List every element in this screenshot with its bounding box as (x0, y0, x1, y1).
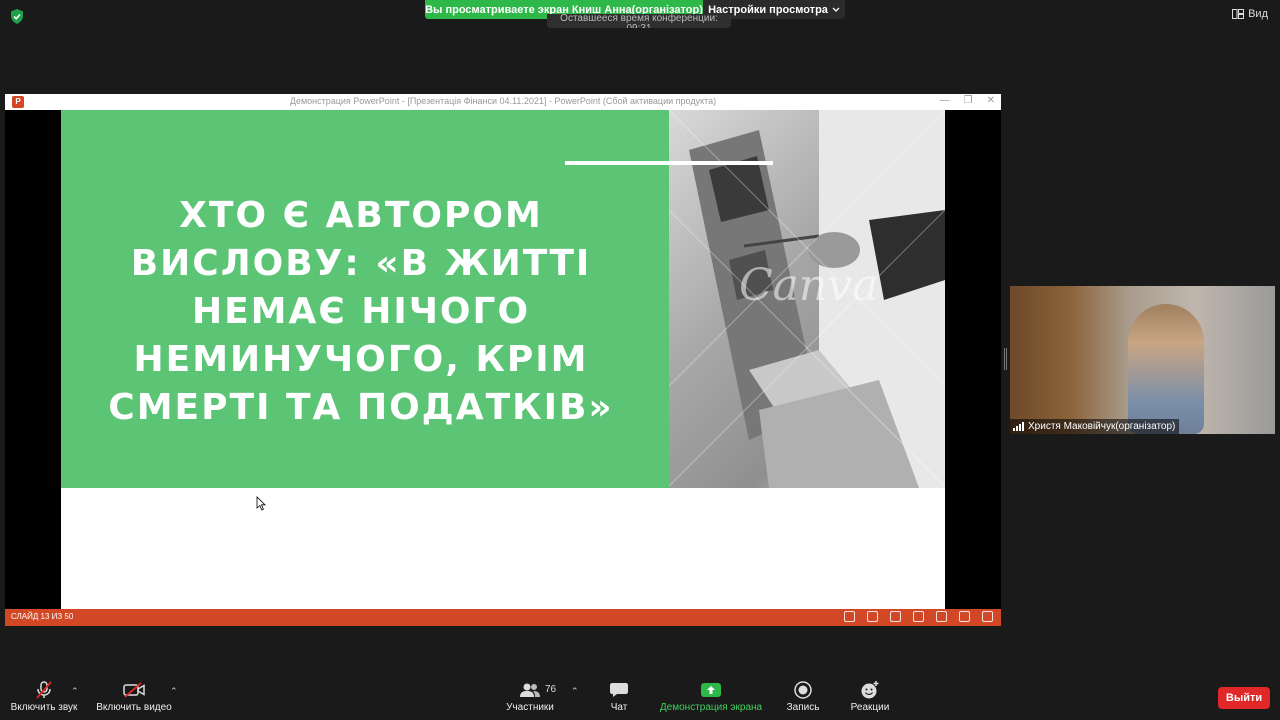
share-screen-label: Демонстрация экрана (659, 702, 763, 713)
video-options-caret[interactable]: ⌃ (170, 686, 178, 697)
share-screen-icon (701, 683, 721, 697)
slide-accent-line (565, 161, 773, 165)
slide-quote-text: Хто є автором вислову: «В житті немає ні… (101, 192, 621, 432)
slide-text-line: вислову: «В житті (130, 243, 592, 284)
atm-photo: Canva (669, 110, 945, 488)
meeting-timer: Оставшееся время конференции: 09:31 (547, 14, 731, 28)
signal-strength-icon (1013, 422, 1024, 431)
slideshow-icon[interactable] (982, 611, 993, 622)
record-button[interactable]: Запись (782, 680, 824, 713)
ppt-titlebar: P Демонстрация PowerPoint - [Презентація… (5, 94, 1001, 110)
unmute-button[interactable]: Включить звук (8, 680, 80, 713)
chat-button[interactable]: Чат (600, 680, 638, 713)
start-video-button[interactable]: Включить видео (94, 680, 174, 713)
leave-button[interactable]: Выйти (1218, 687, 1270, 709)
reactions-icon (861, 681, 879, 699)
participants-label: Участники (506, 702, 554, 713)
participant-video-tile[interactable]: Христя Маковійчук(організатор) (1010, 286, 1275, 434)
mouse-cursor-icon (256, 496, 266, 511)
reading-view-icon[interactable] (959, 611, 970, 622)
menu-icon[interactable] (867, 611, 878, 622)
ppt-status-icons (844, 611, 993, 622)
slide-counter: СЛАЙД 13 ИЗ 50 (11, 612, 74, 621)
view-button-label: Вид (1248, 8, 1268, 20)
view-button[interactable]: Вид (1232, 8, 1268, 20)
previous-slide-icon[interactable] (844, 611, 855, 622)
chat-label: Чат (610, 702, 628, 713)
participants-icon (520, 683, 540, 697)
grid-view-icon (1232, 9, 1245, 19)
reactions-button[interactable]: Реакции (846, 680, 894, 713)
canva-watermark: Canva (739, 260, 879, 311)
microphone-muted-icon (36, 681, 52, 699)
shield-check-icon[interactable] (10, 9, 24, 24)
slide-text-line: смерті та податків» (108, 387, 614, 428)
close-icon[interactable]: ✕ (987, 95, 995, 106)
restore-icon[interactable]: ❐ (964, 95, 973, 106)
zoom-meeting-window: Вы просматриваете экран Книш Анна(органі… (0, 0, 1280, 720)
participants-options-caret[interactable]: ⌃ (571, 686, 579, 697)
slide-text-line: неминучого, крім (133, 339, 589, 380)
ppt-status-bar: СЛАЙД 13 ИЗ 50 (5, 609, 1001, 626)
chat-icon (610, 683, 628, 697)
normal-view-icon[interactable] (913, 611, 924, 622)
start-video-label: Включить видео (96, 702, 172, 713)
record-label: Запись (786, 702, 820, 713)
unmute-label: Включить звук (10, 702, 78, 713)
ppt-window-title: Демонстрация PowerPoint - [Презентація Ф… (289, 96, 717, 106)
slide-text-line: немає нічого (191, 291, 531, 332)
share-screen-button[interactable]: Демонстрация экрана (656, 680, 766, 713)
participant-name-bar: Христя Маковійчук(організатор) (1010, 419, 1180, 434)
panel-resize-handle[interactable] (1004, 348, 1007, 370)
participant-name: Христя Маковійчук(організатор) (1028, 421, 1176, 432)
reactions-label: Реакции (850, 702, 890, 713)
chevron-down-icon (832, 7, 840, 12)
shared-powerpoint-window: P Демонстрация PowerPoint - [Презентація… (5, 94, 1001, 626)
slide-sorter-icon[interactable] (936, 611, 947, 622)
video-camera-off-icon (123, 682, 145, 698)
participants-count: 76 (545, 684, 557, 695)
slide-canvas: Canva Хто є автором вислову: «В житті не… (61, 110, 945, 609)
next-slide-icon[interactable] (890, 611, 901, 622)
audio-options-caret[interactable]: ⌃ (71, 686, 79, 697)
participant-video-feed (1128, 304, 1204, 434)
window-controls: — ❐ ✕ (940, 95, 995, 106)
record-icon (794, 681, 812, 699)
slide-text-line: Хто є автором (179, 195, 543, 236)
minimize-icon[interactable]: — (940, 95, 950, 106)
